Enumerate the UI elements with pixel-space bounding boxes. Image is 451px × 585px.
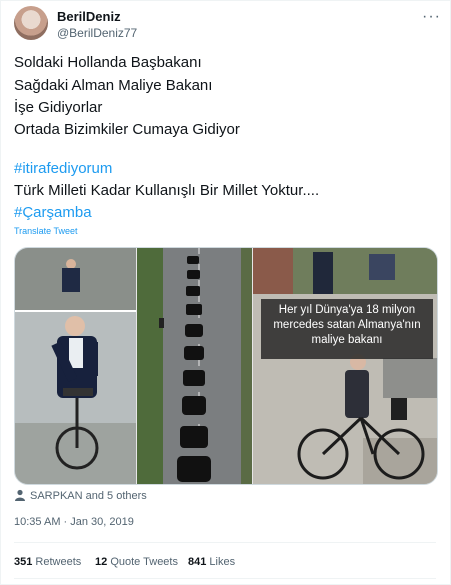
media-panel-middle <box>137 248 252 484</box>
divider-bottom <box>14 578 436 579</box>
media-caption: Her yıl Dünya'ya 18 milyon mercedes sata… <box>261 299 433 359</box>
tweet-line-5: Türk Milleti Kadar Kullanışlı Bir Millet… <box>14 182 320 199</box>
liked-by-text[interactable]: SARPKAN and 5 others <box>30 490 147 502</box>
tweet-line-3: İşe Gidiyorlar <box>14 99 103 116</box>
caption-line-3: maliye bakanı <box>311 334 383 346</box>
tweet-line-4: Ortada Bizimkiler Cumaya Gidiyor <box>14 121 240 138</box>
retweets-label: Retweets <box>35 556 82 568</box>
quote-tweets-stat[interactable]: 12 Quote Tweets <box>95 556 178 568</box>
hashtag-itirafediyorum[interactable]: #itirafediyorum <box>14 160 112 177</box>
retweets-stat[interactable]: 351 Retweets <box>14 556 81 568</box>
divider-top <box>14 542 436 543</box>
ellipsis-icon[interactable]: ··· <box>422 8 441 26</box>
avatar[interactable] <box>14 6 48 40</box>
tweet-line-1: Soldaki Hollanda Başbakanı <box>14 54 202 71</box>
translate-tweet-link[interactable]: Translate Tweet <box>14 226 78 236</box>
likes-label: Likes <box>209 556 236 568</box>
quote-tweets-count: 12 <box>95 556 108 568</box>
media-panel-left <box>15 248 136 484</box>
cyclist-photo-right <box>253 248 437 484</box>
cyclist-photo-left <box>15 248 136 484</box>
likes-stat[interactable]: 841 Likes <box>188 556 235 568</box>
caption-line-2: mercedes satan Almanya'nın <box>273 319 421 331</box>
hashtag-carsamba[interactable]: #Çarşamba <box>14 204 92 221</box>
author-handle[interactable]: @BerilDeniz77 <box>57 26 137 40</box>
likes-count: 841 <box>188 556 207 568</box>
media-panel-right: Her yıl Dünya'ya 18 milyon mercedes sata… <box>253 248 437 484</box>
retweets-count: 351 <box>14 556 33 568</box>
caption-line-1: Her yıl Dünya'ya 18 milyon <box>278 304 416 316</box>
quote-tweets-label: Quote Tweets <box>110 556 178 568</box>
person-icon <box>15 489 25 501</box>
author-display-name[interactable]: BerilDeniz <box>57 9 121 24</box>
tweet-media[interactable]: Her yıl Dünya'ya 18 milyon mercedes sata… <box>14 247 438 485</box>
tweet-timestamp[interactable]: 10:35 AM · Jan 30, 2019 <box>14 516 134 528</box>
motorcade-photo <box>137 248 252 484</box>
tweet-line-2: Sağdaki Alman Maliye Bakanı <box>14 77 213 94</box>
